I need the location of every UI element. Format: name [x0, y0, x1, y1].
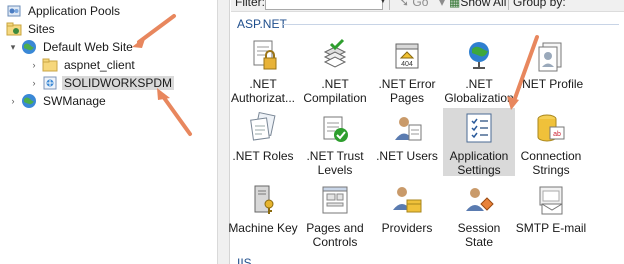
tree-item-label: SOLIDWORKSPDM [62, 76, 175, 90]
feature-application-settings[interactable]: Application Settings [443, 108, 515, 177]
tree-item-label: Sites [28, 22, 55, 36]
go-button[interactable]: ➘ Go [399, 0, 428, 9]
feature-label: Connection Strings [520, 149, 582, 177]
lock-document-icon [253, 40, 277, 70]
feature-label: Providers [381, 221, 433, 235]
feature-label: Application Settings [449, 149, 509, 177]
session-state-icon [466, 188, 494, 211]
expand-arrow-icon[interactable]: › [29, 78, 39, 88]
providers-icon [393, 187, 422, 213]
go-arrow-icon: ➘ [399, 0, 410, 9]
tree-item-label: Application Pools [28, 4, 121, 18]
group-divider [283, 24, 619, 25]
users-icon [395, 117, 422, 141]
feature-label: .NET Trust Levels [306, 149, 364, 177]
feature-providers[interactable]: Providers [371, 182, 443, 235]
globe-icon [21, 39, 37, 55]
chevron-down-icon[interactable]: ▼ [379, 0, 387, 5]
feature-connection-strings[interactable]: ab Connection Strings [515, 110, 587, 177]
tree-item-label: Default Web Site [43, 40, 133, 54]
feature-net-trust-levels[interactable]: .NET Trust Levels [299, 110, 371, 177]
error-404-icon: 404 [395, 43, 419, 69]
filter-label: Filter: [235, 0, 265, 9]
show-all-label: Show All [460, 0, 507, 9]
roles-icon [250, 111, 276, 141]
svg-text:404: 404 [401, 61, 413, 68]
tree-item-swmanage[interactable]: › SWManage [8, 92, 108, 110]
tree-item-label: aspnet_client [64, 58, 135, 72]
app-pools-icon [6, 3, 22, 19]
trust-check-icon [323, 116, 348, 142]
feature-net-roles[interactable]: .NET Roles [227, 110, 299, 163]
expand-arrow-icon[interactable]: › [8, 96, 18, 106]
tree-item-sites[interactable]: Sites [6, 20, 57, 38]
toolbar-separator [389, 0, 390, 10]
machine-key-icon [254, 185, 274, 214]
globe-icon [21, 93, 37, 109]
web-app-icon [42, 75, 58, 91]
feature-label: .NET Profile [518, 77, 584, 91]
smtp-email-icon [539, 186, 563, 215]
feature-net-globalization[interactable]: .NET Globalization [443, 38, 515, 105]
settings-list-icon [466, 113, 492, 143]
tree-item-default-web-site[interactable]: ▾ Default Web Site [8, 38, 135, 56]
globe-stand-icon [469, 42, 489, 69]
group-by-label: Group by: [513, 0, 566, 9]
tree-item-aspnet-client[interactable]: › aspnet_client [29, 56, 137, 74]
go-dropdown-icon[interactable]: ▾ [439, 0, 445, 9]
go-label: Go [412, 0, 429, 9]
feature-machine-key[interactable]: Machine Key [227, 182, 299, 235]
group-heading-next: IIS [237, 256, 252, 264]
feature-smtp-email[interactable]: SMTP E-mail [515, 182, 587, 235]
expand-arrow-icon[interactable]: ▾ [8, 42, 18, 52]
show-all-button[interactable]: ▦Show All [449, 0, 506, 9]
expand-arrow-icon[interactable]: › [29, 60, 39, 70]
feature-net-users[interactable]: .NET Users [371, 110, 443, 163]
feature-net-authorization[interactable]: .NET Authorizat... [227, 38, 299, 105]
tree-item-application-pools[interactable]: Application Pools [6, 2, 122, 20]
compilation-icon [323, 38, 347, 68]
feature-label: .NET Compilation [303, 77, 367, 105]
feature-label: Machine Key [228, 221, 298, 235]
feature-net-error-pages[interactable]: 404 .NET Error Pages [371, 38, 443, 105]
feature-label: Pages and Controls [306, 221, 364, 249]
feature-label: .NET Globalization [444, 77, 514, 105]
toolbar-separator [508, 0, 509, 10]
folder-icon [42, 57, 58, 73]
feature-label: .NET Error Pages [378, 77, 436, 105]
connections-tree: Application Pools Sites ▾ Default Web Si… [0, 0, 218, 264]
feature-pages-and-controls[interactable]: Pages and Controls [299, 182, 371, 249]
filter-toolbar: Filter: ▼ ➘ Go ▾ ▦Show All Group by: [231, 0, 624, 12]
features-view: Filter: ▼ ➘ Go ▾ ▦Show All Group by: ASP… [228, 0, 624, 264]
feature-label: Session State [457, 221, 501, 249]
feature-session-state[interactable]: Session State [443, 182, 515, 249]
database-icon: ab [537, 114, 565, 142]
show-all-icon: ▦ [449, 0, 461, 9]
feature-label: .NET Authorizat... [230, 77, 296, 105]
feature-label: SMTP E-mail [515, 221, 587, 235]
feature-net-profile[interactable]: .NET Profile [515, 38, 587, 91]
profile-icon [538, 42, 562, 72]
sites-folder-icon [6, 21, 22, 37]
svg-text:ab: ab [553, 131, 561, 138]
feature-net-compilation[interactable]: .NET Compilation [299, 38, 371, 105]
feature-label: .NET Users [376, 149, 438, 163]
tree-item-label: SWManage [43, 94, 106, 108]
group-heading: ASP.NET [237, 17, 287, 31]
filter-input[interactable] [265, 0, 383, 10]
tree-item-solidworkspdm[interactable]: › SOLIDWORKSPDM [29, 74, 175, 92]
feature-label: .NET Roles [232, 149, 294, 163]
pages-controls-icon [322, 186, 348, 214]
